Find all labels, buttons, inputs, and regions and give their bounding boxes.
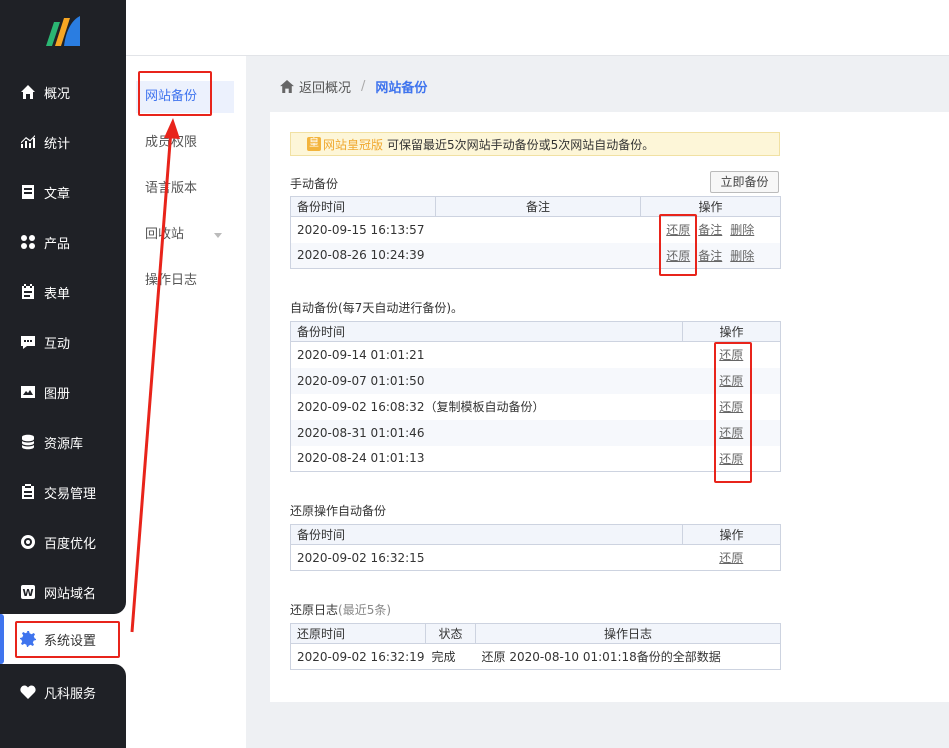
annotation-arrow — [130, 118, 180, 633]
app-root: 概况 统计 文章 产品 表单 互动 图册 资源库 交易管理 百度优化 W 网站域… — [0, 0, 949, 748]
